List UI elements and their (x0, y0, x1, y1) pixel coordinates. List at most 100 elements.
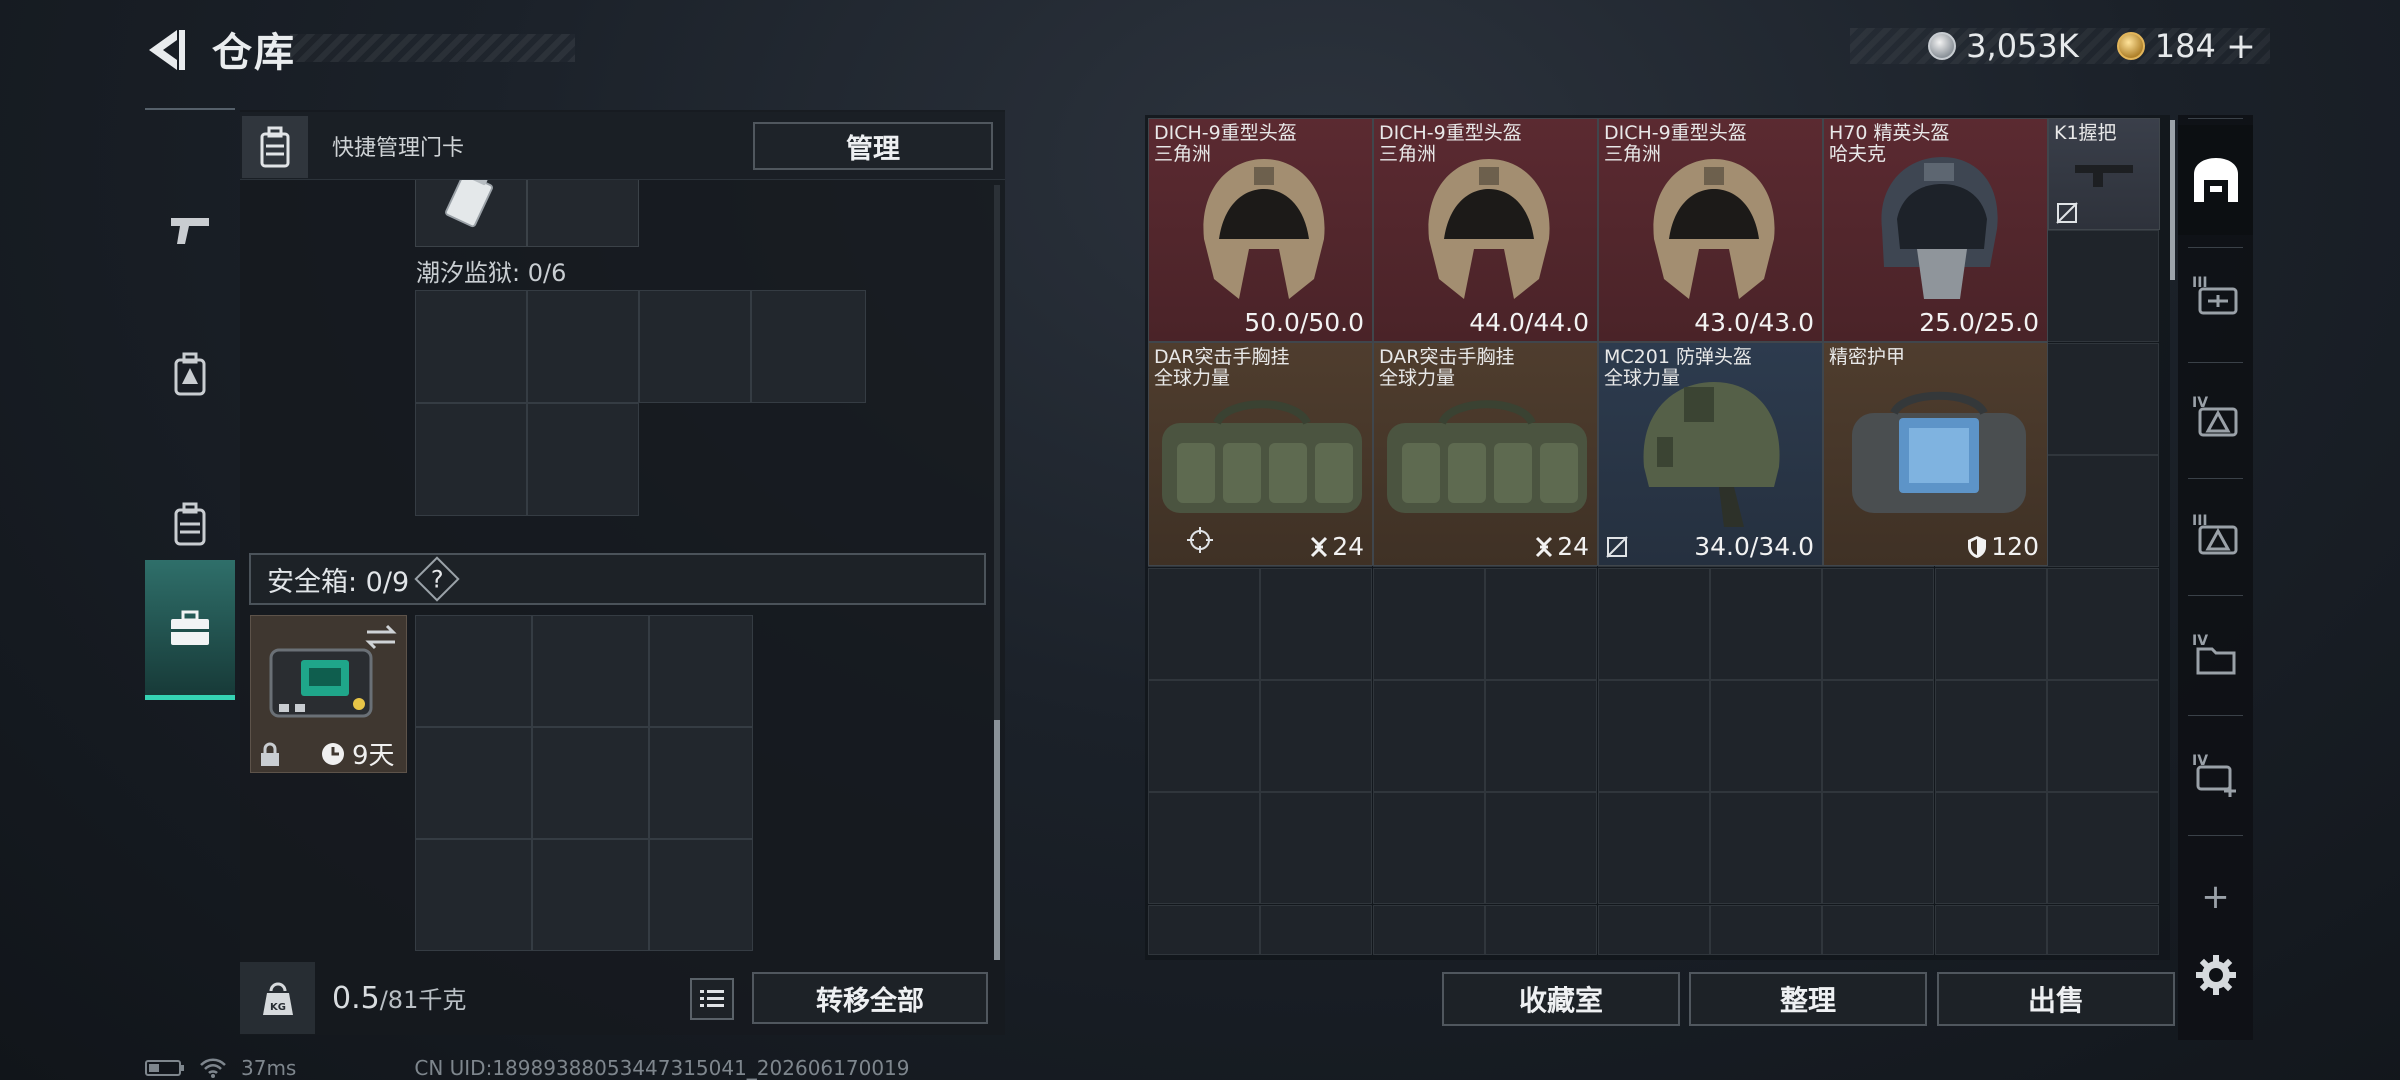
safe-box-slot[interactable] (532, 727, 649, 839)
container-slot[interactable] (415, 290, 527, 403)
stash-slot[interactable] (1710, 567, 1822, 680)
stash-slot[interactable] (1710, 904, 1822, 955)
tab-gear[interactable] (145, 305, 235, 445)
stash-slot[interactable] (1934, 792, 2047, 905)
stash-slot[interactable] (1597, 792, 1710, 905)
stash-slot[interactable] (1260, 680, 1373, 792)
stash-item-helmet[interactable]: DICH-9重型头盔 三角洲 43.0/43.0 (1598, 118, 1823, 342)
item-name: DICH-9重型头盔 (1154, 122, 1297, 144)
stash-slot[interactable] (1822, 792, 1935, 905)
stash-item-armor[interactable]: 精密护甲 120 (1823, 342, 2048, 566)
stash-slot[interactable] (1485, 680, 1598, 792)
stash-slot[interactable] (1260, 567, 1373, 680)
stash-slot[interactable] (1260, 904, 1373, 955)
stash-slot[interactable] (1148, 904, 1260, 955)
container-slot[interactable] (527, 290, 639, 403)
stash-slot[interactable] (1148, 792, 1260, 905)
manage-button[interactable]: 管理 (753, 122, 993, 170)
grip-icon (2075, 165, 2133, 187)
stash-slot[interactable] (2047, 792, 2160, 905)
item-faction: 全球力量 (1379, 367, 1456, 389)
stash-slot[interactable] (2047, 230, 2160, 343)
item-durability: 34.0/34.0 (1694, 532, 1814, 561)
stash-item-helmet[interactable]: DICH-9重型头盔 三角洲 44.0/44.0 (1373, 118, 1598, 342)
transfer-all-button[interactable]: 转移全部 (752, 972, 988, 1024)
stash-slot[interactable] (1260, 792, 1373, 905)
side-tab-case-4[interactable]: IV (2178, 598, 2253, 708)
stash-scrollbar[interactable] (2170, 120, 2175, 280)
tab-safebox[interactable] (145, 560, 235, 700)
safe-box-slot[interactable] (649, 839, 753, 951)
item-armor-value: 120 (1991, 532, 2039, 561)
stash-slot[interactable] (1710, 792, 1822, 905)
left-scrollbar-thumb[interactable] (994, 720, 1000, 960)
stash-slot[interactable] (1597, 567, 1710, 680)
settings-button[interactable] (2178, 925, 2253, 1025)
safe-box-slot[interactable] (415, 615, 532, 727)
stash-slot[interactable] (1148, 680, 1260, 792)
item-durability: 43.0/43.0 (1694, 308, 1814, 337)
stash-slot[interactable] (1148, 567, 1260, 680)
add-icon: + (2201, 877, 2230, 917)
stash-slot[interactable] (2047, 342, 2160, 455)
safe-box-slot[interactable] (415, 727, 532, 839)
stash-slot[interactable] (1597, 904, 1710, 955)
stash-slot[interactable] (1822, 904, 1935, 955)
stash-slot[interactable] (1485, 567, 1598, 680)
stash-slot[interactable] (1372, 792, 1485, 905)
stash-slot[interactable] (1710, 680, 1822, 792)
stash-slot[interactable] (1934, 680, 2047, 792)
side-tab-case-2[interactable]: IV (2178, 360, 2253, 470)
capacity-icon (1311, 536, 1328, 557)
stash-slot[interactable] (1485, 792, 1598, 905)
status-footer: 37ms CN UID:18989388053447315041_2026061… (145, 1056, 910, 1080)
organize-button[interactable]: 整理 (1689, 972, 1927, 1026)
ping-value: 37ms (241, 1056, 297, 1080)
stash-slot[interactable] (1372, 904, 1485, 955)
sell-button[interactable]: 出售 (1937, 972, 2175, 1026)
stash-slot[interactable] (1597, 680, 1710, 792)
side-tab-case-3[interactable]: III (2178, 478, 2253, 588)
container-slot[interactable] (527, 403, 639, 516)
stash-item-chest-rig[interactable]: DAR突击手胸挂 全球力量 24 (1373, 342, 1598, 566)
stash-slot[interactable] (1822, 567, 1935, 680)
stash-slot[interactable] (2047, 904, 2160, 955)
backpack-badge-icon (174, 352, 206, 396)
side-tab-case-1[interactable]: III (2178, 240, 2253, 350)
tab-divider (2188, 835, 2243, 836)
stash-slot[interactable] (2047, 567, 2160, 680)
safe-box-slot[interactable] (649, 615, 753, 727)
stash-slot[interactable] (1934, 567, 2047, 680)
weight-icon-box: KG (240, 962, 315, 1034)
side-tab-case-5[interactable]: IV (2178, 718, 2253, 828)
list-view-button[interactable] (690, 978, 734, 1020)
container-slot[interactable] (751, 290, 866, 403)
stash-slot[interactable] (1372, 567, 1485, 680)
weight-icon: KG (262, 982, 293, 1015)
stash-slot[interactable] (2047, 455, 2160, 568)
stash-slot[interactable] (1485, 904, 1598, 955)
help-button[interactable]: ? (414, 556, 460, 602)
back-button[interactable] (140, 22, 190, 78)
ballistic-helmet-icon (1643, 382, 1780, 527)
stash-item-helmet[interactable]: MC201 防弹头盔 全球力量 34.0/34.0 (1598, 342, 1823, 566)
stash-slot[interactable] (1822, 680, 1935, 792)
tab-weapons[interactable] (145, 160, 235, 300)
collection-room-button[interactable]: 收藏室 (1442, 972, 1680, 1026)
stash-slot[interactable] (2047, 680, 2160, 792)
add-currency-button[interactable]: + (2226, 26, 2256, 67)
stash-item-helmet[interactable]: DICH-9重型头盔 三角洲 50.0/50.0 (1148, 118, 1373, 342)
stash-item-helmet[interactable]: H70 精英头盔 哈夫克 25.0/25.0 (1823, 118, 2048, 342)
stash-item-chest-rig[interactable]: DAR突击手胸挂 全球力量 24 (1148, 342, 1373, 566)
stash-slot[interactable] (1934, 904, 2047, 955)
help-icon: ? (430, 565, 444, 593)
safe-box-slot[interactable] (532, 839, 649, 951)
safe-box-slot[interactable] (649, 727, 753, 839)
stash-item-grip[interactable]: K1握把 (2048, 118, 2160, 230)
safe-box-slot[interactable] (532, 615, 649, 727)
side-tab-stash[interactable] (2178, 125, 2253, 235)
container-slot[interactable] (639, 290, 751, 403)
container-slot[interactable] (415, 403, 527, 516)
safe-box-slot[interactable] (415, 839, 532, 951)
stash-slot[interactable] (1372, 680, 1485, 792)
